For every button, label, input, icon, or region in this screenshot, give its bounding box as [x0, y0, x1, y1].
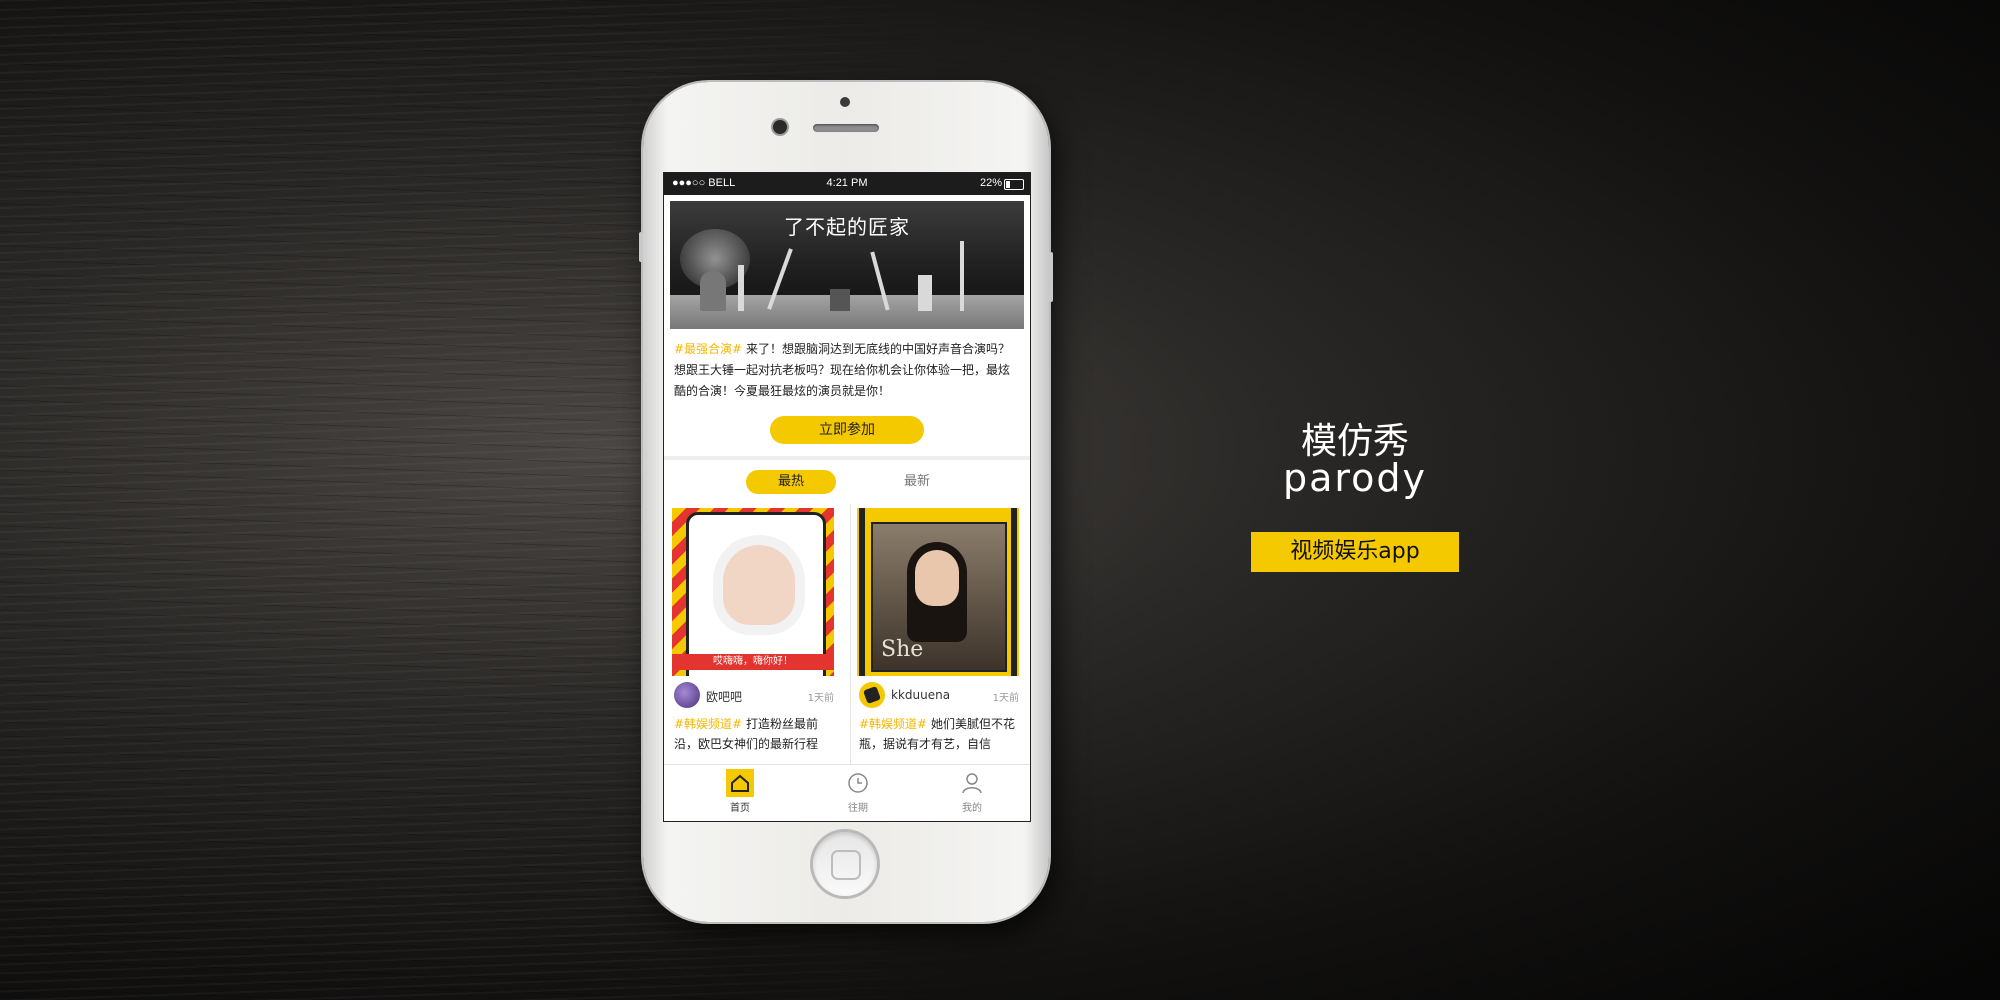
- video-card[interactable]: She kkduuena 1天前 #韩娱频道# 她们美腻但不花瓶，据说有才有艺，…: [850, 504, 1025, 804]
- thumb-face: [915, 550, 959, 606]
- front-camera: [773, 120, 787, 134]
- phone-mockup: ●●●○○ BELL 4:21 PM 22% 了不起的匠家 #最强合演# 来了！…: [639, 82, 1053, 922]
- phone-sensor: [840, 97, 850, 107]
- video-thumbnail[interactable]: 哎嗨嗨，嗨你好！: [672, 508, 834, 676]
- battery-percent: 22%: [979, 177, 1002, 189]
- tab-label: 往期: [848, 803, 868, 814]
- clock-label: 4:21 PM: [826, 177, 868, 189]
- avatar[interactable]: [674, 682, 700, 708]
- card-tag[interactable]: #韩娱频道#: [859, 717, 927, 731]
- promo-description: #最强合演# 来了！想跟脑洞达到无底线的中国好声音合演吗？想跟王大锤一起对抗老板…: [664, 329, 1030, 402]
- username[interactable]: kkduuena: [891, 688, 950, 702]
- banner-figure: [738, 265, 744, 311]
- thumbnail-caption: 哎嗨嗨，嗨你好！: [672, 654, 834, 670]
- banner-title: 了不起的匠家: [784, 215, 910, 239]
- post-time: 1天前: [807, 693, 834, 704]
- video-card[interactable]: 哎嗨嗨，嗨你好！ 欧吧吧 1天前 #韩娱频道# 打造粉丝最前沿，欧巴女神们的最新…: [666, 504, 840, 804]
- user-icon: [958, 769, 986, 797]
- tab-hottest[interactable]: 最热: [746, 470, 836, 494]
- phone-frame-graphic: [686, 512, 826, 676]
- post-time: 1天前: [992, 693, 1019, 704]
- app-screen: ●●●○○ BELL 4:21 PM 22% 了不起的匠家 #最强合演# 来了！…: [663, 172, 1031, 822]
- home-button[interactable]: [813, 832, 877, 896]
- status-bar: ●●●○○ BELL 4:21 PM 22%: [664, 173, 1030, 195]
- banner-figure: [960, 241, 964, 311]
- app-title-english: parody: [1282, 456, 1428, 500]
- tab-label: 我的: [962, 803, 982, 814]
- home-icon: [726, 769, 754, 797]
- clock-icon: [844, 769, 872, 797]
- thumbnail-caption: She: [881, 637, 924, 662]
- tab-newest[interactable]: 最新: [872, 470, 962, 494]
- banner-figure: [700, 271, 726, 311]
- tab-profile[interactable]: 我的: [942, 769, 1002, 814]
- card-meta: 欧吧吧 1天前: [666, 680, 840, 710]
- avatar-hat: [863, 686, 881, 704]
- tab-history[interactable]: 往期: [828, 769, 888, 814]
- thumb-stripe: [859, 508, 865, 676]
- promo-banner[interactable]: 了不起的匠家: [670, 201, 1024, 329]
- battery-icon: [1004, 179, 1024, 190]
- card-tag[interactable]: #韩娱频道#: [674, 717, 742, 731]
- thumb-face: [723, 545, 795, 625]
- username[interactable]: 欧吧吧: [706, 688, 742, 705]
- banner-figure: [830, 289, 850, 311]
- home-button-glyph: [831, 850, 861, 880]
- power-button: [1049, 252, 1053, 302]
- volume-button: [639, 232, 643, 262]
- promo-tag[interactable]: #最强合演#: [674, 342, 742, 356]
- tab-label: 首页: [730, 803, 750, 814]
- thumb-photo: She: [871, 522, 1007, 672]
- card-text: #韩娱频道# 她们美腻但不花瓶，据说有才有艺，自信: [851, 710, 1025, 754]
- thumb-stripe: [1011, 508, 1017, 676]
- bottom-tab-bar: 首页 往期 我的: [664, 764, 1030, 821]
- banner-figure: [918, 275, 932, 311]
- video-feed: 哎嗨嗨，嗨你好！ 欧吧吧 1天前 #韩娱频道# 打造粉丝最前沿，欧巴女神们的最新…: [664, 504, 1030, 804]
- video-thumbnail[interactable]: She: [857, 508, 1019, 676]
- avatar[interactable]: [859, 682, 885, 708]
- app-category-badge: 视频娱乐app: [1251, 532, 1459, 572]
- card-text: #韩娱频道# 打造粉丝最前沿，欧巴女神们的最新行程: [666, 710, 840, 754]
- join-button[interactable]: 立即参加: [770, 416, 924, 444]
- tab-home[interactable]: 首页: [710, 769, 770, 814]
- earpiece-speaker: [813, 124, 879, 132]
- card-meta: kkduuena 1天前: [851, 680, 1025, 710]
- feed-tabs: 最热 最新: [664, 460, 1030, 504]
